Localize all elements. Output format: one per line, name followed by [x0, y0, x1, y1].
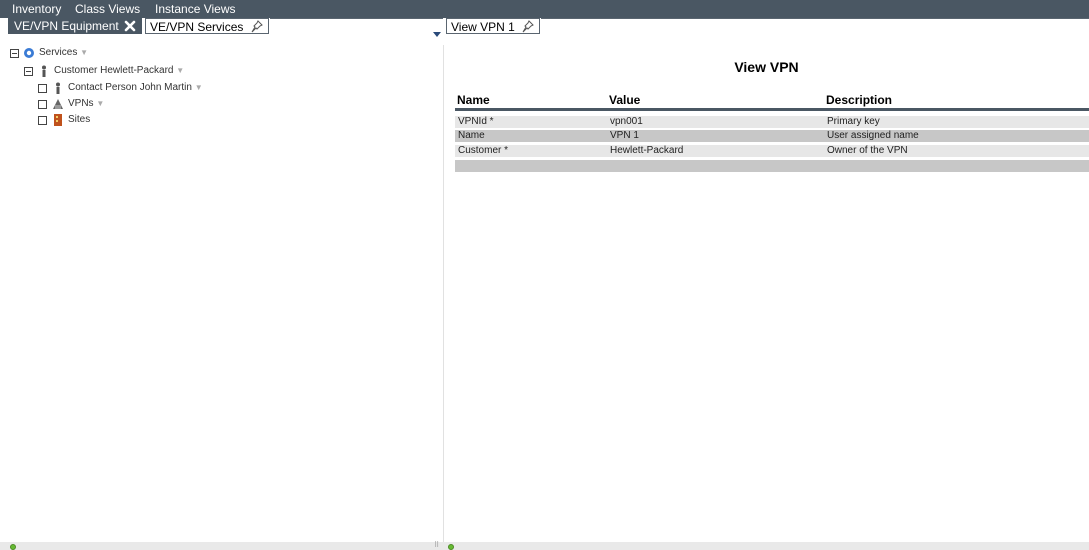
dropdown-arrow-icon[interactable]: ▼ — [80, 48, 88, 57]
dropdown-arrow-icon[interactable] — [433, 25, 441, 37]
tab-label: VE/VPN Services — [150, 20, 244, 34]
column-header-name: Name — [457, 93, 490, 107]
tab-strip-empty — [270, 18, 443, 34]
cell-description: Owner of the VPN — [827, 145, 908, 156]
services-icon — [23, 47, 35, 59]
table-row[interactable]: VPNId * vpn001 Primary key — [455, 116, 1089, 128]
cell-value: VPN 1 — [610, 130, 639, 141]
tree-label[interactable]: Services ▼ — [39, 46, 88, 60]
person-icon — [38, 65, 50, 77]
cell-name: Name — [458, 130, 485, 141]
tree-label-text: Services — [39, 47, 78, 58]
tab-ve-vpn-services[interactable]: VE/VPN Services — [145, 18, 269, 34]
dropdown-arrow-icon[interactable]: ▼ — [195, 83, 203, 92]
cell-name: VPNId * — [458, 116, 494, 127]
status-bar — [0, 542, 1089, 550]
tree-toggle[interactable] — [38, 84, 47, 93]
vpn-icon — [52, 98, 64, 110]
tree-label-text: VPNs — [68, 98, 94, 109]
table-row[interactable]: Name VPN 1 User assigned name — [455, 130, 1089, 142]
tree-toggle[interactable] — [38, 100, 47, 109]
header-rule — [455, 108, 1089, 111]
tab-label: VE/VPN Equipment — [14, 19, 119, 33]
sites-icon — [52, 114, 64, 126]
menu-class-views[interactable]: Class Views — [75, 2, 140, 16]
tab-ve-vpn-equipment[interactable]: VE/VPN Equipment — [8, 18, 142, 34]
dropdown-arrow-icon[interactable]: ▼ — [176, 66, 184, 75]
tree-toggle[interactable] — [38, 116, 47, 125]
menu-inventory[interactable]: Inventory — [12, 2, 61, 16]
status-icon — [10, 544, 16, 550]
cell-description: User assigned name — [827, 130, 919, 141]
table-row[interactable]: Customer * Hewlett-Packard Owner of the … — [455, 145, 1089, 157]
tab-view-vpn-1[interactable]: View VPN 1 — [446, 18, 540, 34]
menu-instance-views[interactable]: Instance Views — [155, 2, 236, 16]
tab-strip-empty — [541, 18, 1089, 34]
tab-bar: VE/VPN Equipment VE/VPN Services View VP… — [0, 18, 1089, 45]
cell-name: Customer * — [458, 145, 509, 156]
tree-label[interactable]: Sites — [68, 113, 90, 127]
dropdown-arrow-icon[interactable]: ▼ — [96, 99, 104, 108]
cell-value: Hewlett-Packard — [610, 145, 684, 156]
tab-label: View VPN 1 — [451, 20, 515, 34]
cell-description: Primary key — [827, 116, 880, 127]
panel-divider[interactable] — [443, 45, 444, 542]
resize-grip-icon[interactable]: ⠿ — [434, 542, 440, 550]
close-icon[interactable] — [123, 18, 137, 34]
tree-label-text: Customer Hewlett-Packard — [54, 65, 174, 76]
status-icon — [448, 544, 454, 550]
person-icon — [52, 82, 64, 94]
pin-icon[interactable] — [250, 19, 264, 35]
tree-label[interactable]: VPNs ▼ — [68, 97, 104, 111]
page-title: View VPN — [734, 59, 799, 75]
column-header-value: Value — [609, 93, 641, 107]
tree-toggle[interactable] — [24, 67, 33, 76]
pin-icon[interactable] — [521, 19, 535, 35]
tree-toggle[interactable] — [10, 49, 19, 58]
tree-label-text: Contact Person John Martin — [68, 82, 192, 93]
tree-label[interactable]: Contact Person John Martin ▼ — [68, 81, 203, 95]
tree-label[interactable]: Customer Hewlett-Packard ▼ — [54, 64, 184, 78]
table-footer — [455, 160, 1089, 172]
menu-bar: Inventory Class Views Instance Views — [0, 0, 1089, 18]
cell-value: vpn001 — [610, 116, 643, 127]
column-header-description: Description — [826, 93, 893, 107]
